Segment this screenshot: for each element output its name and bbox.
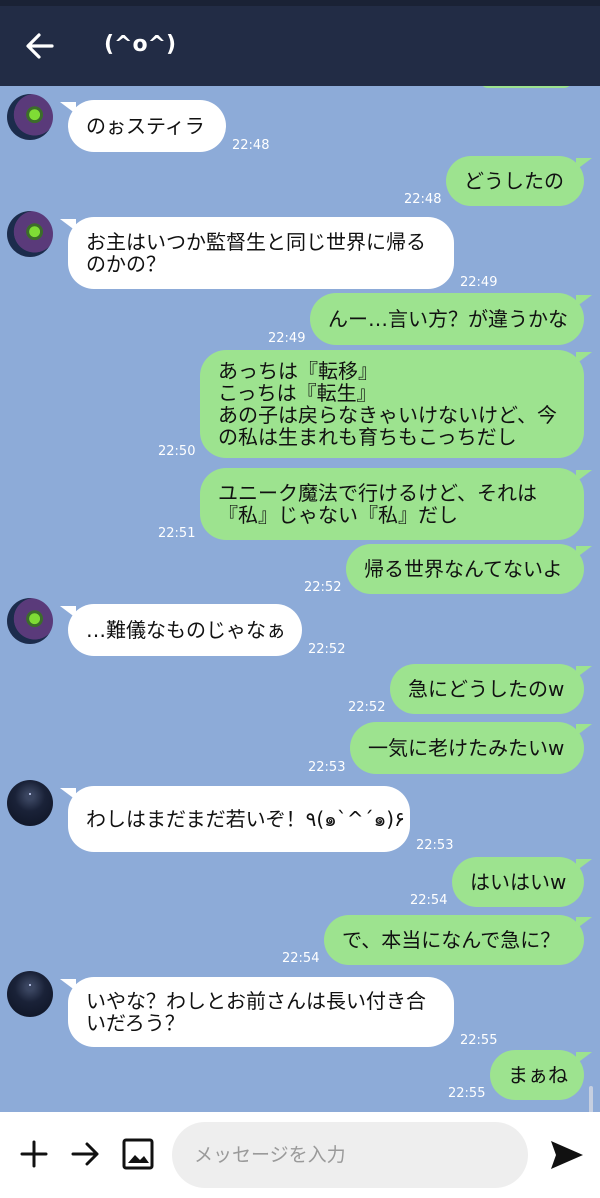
message-text: はいはいw — [470, 870, 567, 894]
message-bubble[interactable]: ユニーク魔法で行けるけど、それは 『私』じゃない『私』だし — [200, 468, 584, 540]
message-time: 22:52 — [308, 642, 346, 657]
message-text: お主はいつか監督生と同じ世界に帰る — [86, 230, 426, 254]
message-time: 22:49 — [460, 275, 498, 290]
message-input[interactable] — [172, 1122, 528, 1188]
message-text: いだろう？ — [86, 1011, 185, 1035]
message-text: どうしたの — [464, 169, 564, 193]
message-text: いやな？わしとお前さんは長い付き合 — [86, 989, 426, 1013]
image-icon[interactable] — [120, 1136, 156, 1172]
message-time: 22:53 — [308, 760, 346, 775]
message-time: 22:48 — [232, 138, 270, 153]
message-time: 22:51 — [158, 526, 196, 541]
avatar[interactable] — [7, 780, 53, 826]
message-bubble[interactable]: わしはまだまだ若いぞ！٩(๑`^´๑)۶ — [68, 786, 410, 852]
message-bubble[interactable]: あっちは『転移』 こっちは『転生』 あの子は戻らなきゃいけないけど、今 の私は生まれも… — [200, 350, 584, 458]
avatar[interactable] — [7, 598, 53, 644]
message-bubble[interactable]: まぁね — [490, 1050, 584, 1100]
message-time: 22:52 — [304, 580, 342, 595]
message-list[interactable]: のぉスティラ 22:48 どうしたの 22:48 お主はいつか監督生と同じ世界に帰る のか… — [0, 86, 600, 1112]
message-time: 22:48 — [404, 192, 442, 207]
send-icon[interactable] — [548, 1136, 586, 1174]
message-text: のぉスティラ — [86, 114, 205, 138]
message-text: 『私』じゃない『私』だし — [218, 503, 458, 527]
message-bubble[interactable]: のぉスティラ — [68, 100, 226, 152]
avatar[interactable] — [7, 94, 53, 140]
message-time: 22:50 — [158, 444, 196, 459]
message-text: 帰る世界なんてないよ — [364, 557, 563, 581]
message-text: 急にどうしたのw — [408, 677, 565, 701]
message-time: 22:54 — [410, 893, 448, 908]
message-text: あっちは『転移』 — [218, 359, 378, 383]
message-time: 22:49 — [268, 331, 306, 346]
partial-message-bubble — [480, 86, 572, 88]
plus-icon[interactable] — [16, 1136, 52, 1172]
message-bubble[interactable]: 一気に老けたみたいw — [350, 722, 584, 774]
message-bubble[interactable]: 帰る世界なんてないよ — [346, 544, 584, 594]
chat-title: (^o^) — [104, 32, 177, 57]
message-bubble[interactable]: いやな？わしとお前さんは長い付き合 いだろう？ — [68, 977, 454, 1047]
message-bubble[interactable]: どうしたの — [446, 156, 584, 206]
message-bubble[interactable]: お主はいつか監督生と同じ世界に帰る のかの？ — [68, 217, 454, 289]
message-text: んー…言い方？が違うかな — [328, 307, 568, 331]
chat-header: (^o^) — [0, 6, 600, 86]
arrow-right-icon[interactable] — [68, 1136, 104, 1172]
avatar[interactable] — [7, 211, 53, 257]
scrollbar[interactable] — [589, 1086, 593, 1112]
avatar[interactable] — [7, 971, 53, 1017]
message-text: で、本当になんで急に？ — [342, 928, 561, 952]
message-bubble[interactable]: んー…言い方？が違うかな — [310, 293, 584, 345]
input-bar — [0, 1112, 600, 1198]
message-time: 22:52 — [348, 700, 386, 715]
message-text: まぁね — [508, 1063, 568, 1087]
message-time: 22:53 — [416, 838, 454, 853]
message-text: …難儀なものじゃなぁ — [86, 618, 286, 642]
message-text: こっちは『転生』 — [218, 381, 377, 405]
message-time: 22:55 — [460, 1033, 498, 1048]
message-bubble[interactable]: …難儀なものじゃなぁ — [68, 604, 302, 656]
message-bubble[interactable]: はいはいw — [452, 857, 584, 907]
message-text: 一気に老けたみたいw — [368, 736, 565, 760]
message-time: 22:55 — [448, 1086, 486, 1101]
message-bubble[interactable]: で、本当になんで急に？ — [324, 915, 584, 965]
message-bubble[interactable]: 急にどうしたのw — [390, 664, 584, 714]
message-text: のかの？ — [86, 252, 166, 276]
message-text: の私は生まれも育ちもこっちだし — [218, 425, 517, 449]
message-text: あの子は戻らなきゃいけないけど、今 — [218, 403, 557, 427]
message-time: 22:54 — [282, 951, 320, 966]
message-text: ユニーク魔法で行けるけど、それは — [218, 481, 537, 505]
arrow-left-icon[interactable] — [22, 28, 58, 64]
message-text: わしはまだまだ若いぞ！٩(๑`^´๑)۶ — [86, 807, 405, 831]
